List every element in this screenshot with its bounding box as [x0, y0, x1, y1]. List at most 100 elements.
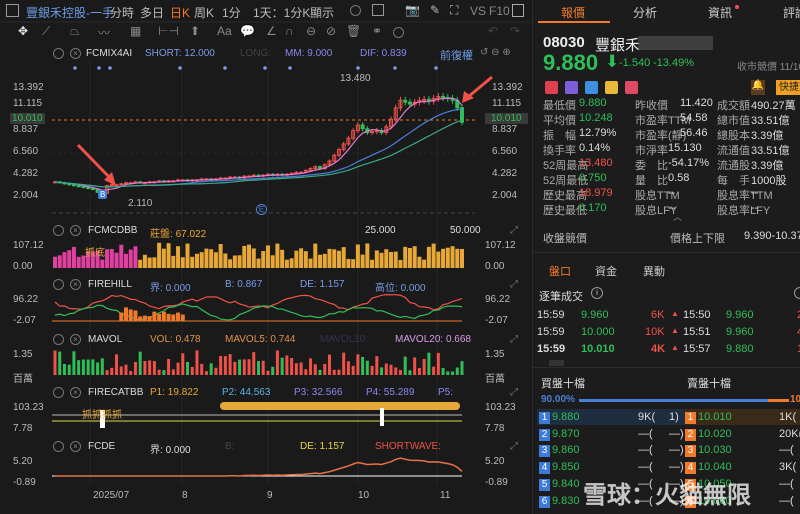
tab-analysis[interactable]: 分析	[633, 4, 657, 21]
panel-indicator-name[interactable]: FIRECATBB	[88, 387, 143, 398]
volume-bar	[285, 355, 289, 375]
connect-icon[interactable]	[565, 81, 578, 94]
tab-quote[interactable]: 報價	[561, 4, 585, 21]
panel-settings-icon[interactable]	[53, 225, 64, 236]
firehill-bar	[180, 314, 185, 321]
collapse-icon[interactable]: ︿	[673, 210, 682, 223]
chart-svg[interactable]	[0, 0, 531, 514]
panel-bottom-label: -2.07	[485, 315, 508, 326]
tab-capital[interactable]: 資金	[595, 263, 617, 279]
expand-icon[interactable]: ⤢	[510, 334, 518, 345]
cdbb-bar	[384, 249, 389, 268]
stat-value: --	[751, 187, 759, 199]
event-marker[interactable]: E	[256, 204, 267, 215]
stat-value: 0.170	[579, 202, 607, 214]
panel-indicator-name[interactable]: FIREHILL	[88, 279, 132, 290]
expand-icon[interactable]: ⤢	[510, 441, 518, 452]
stat-label: 委 比	[635, 160, 668, 172]
volume-bar	[394, 367, 398, 375]
panel-indicator-name[interactable]: MAVOL	[88, 334, 122, 345]
quick-trade-button[interactable]: 快捷交易	[776, 80, 800, 95]
panel-settings-icon[interactable]	[53, 441, 64, 452]
bid-qty: —(	[638, 461, 653, 474]
expand-icon[interactable]: ⤢	[510, 387, 518, 398]
expand-icon[interactable]: ⤢	[510, 279, 518, 290]
stat-value: 0.14%	[579, 142, 611, 154]
cdbb-bar	[100, 259, 105, 268]
cdbb-bar	[152, 257, 157, 268]
volume-bar	[294, 363, 298, 375]
stat-value: 0.750	[579, 172, 607, 184]
down-arrow-icon: ⬇	[605, 52, 620, 71]
trade-time: 15:59	[537, 309, 565, 321]
buy-marker[interactable]: B	[98, 190, 108, 199]
alert-bell-icon[interactable]: 🔔	[751, 80, 765, 95]
stat-label: 總市值	[717, 115, 750, 127]
panel-close-icon[interactable]: ×	[70, 225, 81, 236]
stat-label: 流通股	[717, 160, 750, 172]
cdbb-bar	[370, 259, 375, 268]
stat-label: 量 比	[635, 175, 668, 187]
volume-bar	[417, 367, 421, 375]
panel-top-label: 5.20	[13, 456, 33, 467]
candle	[119, 183, 124, 186]
panel-indicator-name[interactable]: FCMCDBB	[88, 225, 137, 236]
volume-bar	[167, 359, 171, 375]
trade-time: 15:51	[683, 326, 711, 338]
firehill-bar	[119, 312, 124, 321]
quote-panel: 報價 分析 資訊 評論 08030 豐銀禾 9.880 ⬇ -1.540 -13…	[532, 0, 800, 514]
panel-settings-icon[interactable]	[53, 279, 64, 290]
bid-row[interactable]: 6 9.830	[539, 495, 580, 508]
panel-field-label: P5:	[438, 387, 454, 398]
cdbb-bar	[341, 247, 346, 268]
tab-news[interactable]: 資訊	[708, 4, 732, 21]
panel-close-icon[interactable]: ×	[70, 441, 81, 452]
hk-flag-icon[interactable]	[545, 81, 558, 94]
panel-close-icon[interactable]: ×	[70, 387, 81, 398]
ask-row[interactable]: 3 10.030	[685, 444, 732, 458]
volume-bar	[148, 360, 152, 375]
bid-row[interactable]: 5 9.840	[539, 478, 580, 491]
ask-row[interactable]: 2 10.020	[685, 428, 732, 441]
volume-bar	[422, 358, 426, 375]
volume-bar	[455, 367, 459, 375]
tab-orderbook[interactable]: 盤口	[549, 263, 571, 279]
panel-indicator-name[interactable]: FCDE	[88, 441, 115, 452]
tag-icon[interactable]	[585, 81, 598, 94]
bid-row[interactable]: 4 9.850	[539, 461, 580, 475]
ask-row[interactable]: 4 10.040	[685, 461, 732, 475]
volume-bar	[257, 361, 260, 375]
more-icon[interactable]	[794, 287, 800, 299]
cdbb-bar	[176, 246, 181, 268]
stat-label: 振 幅	[543, 130, 576, 142]
signal-dot	[223, 66, 227, 70]
stat-value: 3.39億	[751, 130, 784, 142]
volume-bar	[356, 354, 360, 375]
firehill-bar	[138, 316, 143, 321]
panel-bottom-label: -0.89	[13, 477, 36, 488]
scroll-thumb[interactable]	[549, 360, 564, 366]
tab-comments[interactable]: 評論	[783, 4, 800, 21]
ask-row[interactable]: 1 10.010	[685, 411, 732, 424]
expand-icon[interactable]: ⤢	[510, 225, 518, 236]
bid-row[interactable]: 2 9.870	[539, 428, 580, 441]
tab-movers[interactable]: 異動	[643, 263, 665, 279]
notes-icon[interactable]	[605, 81, 618, 94]
chart-area: 豐銀禾控股-一手 分時 多日 日K 周K 1分 1天：1分K 顯示 📷 ✎ ⛶ …	[0, 0, 531, 514]
y-axis-label-left: 8.837	[13, 124, 39, 135]
info-icon[interactable]: i	[591, 287, 603, 299]
cdbb-bar	[289, 258, 294, 268]
panel-close-icon[interactable]: ×	[70, 334, 81, 345]
favorite-icon[interactable]	[625, 81, 638, 94]
volume-bar	[370, 365, 374, 375]
panel-close-icon[interactable]: ×	[70, 279, 81, 290]
panel-settings-icon[interactable]	[53, 334, 64, 345]
bid-title: 買盤十檔	[541, 378, 585, 390]
candle	[81, 186, 86, 189]
bid-row[interactable]: 1 9.880	[539, 411, 580, 424]
stat-value: 9.880	[579, 97, 607, 109]
panel-settings-icon[interactable]	[53, 387, 64, 398]
bid-row[interactable]: 3 9.860	[539, 444, 580, 458]
cdbb-bar	[228, 259, 233, 268]
panel-field-label: B:	[225, 279, 235, 290]
